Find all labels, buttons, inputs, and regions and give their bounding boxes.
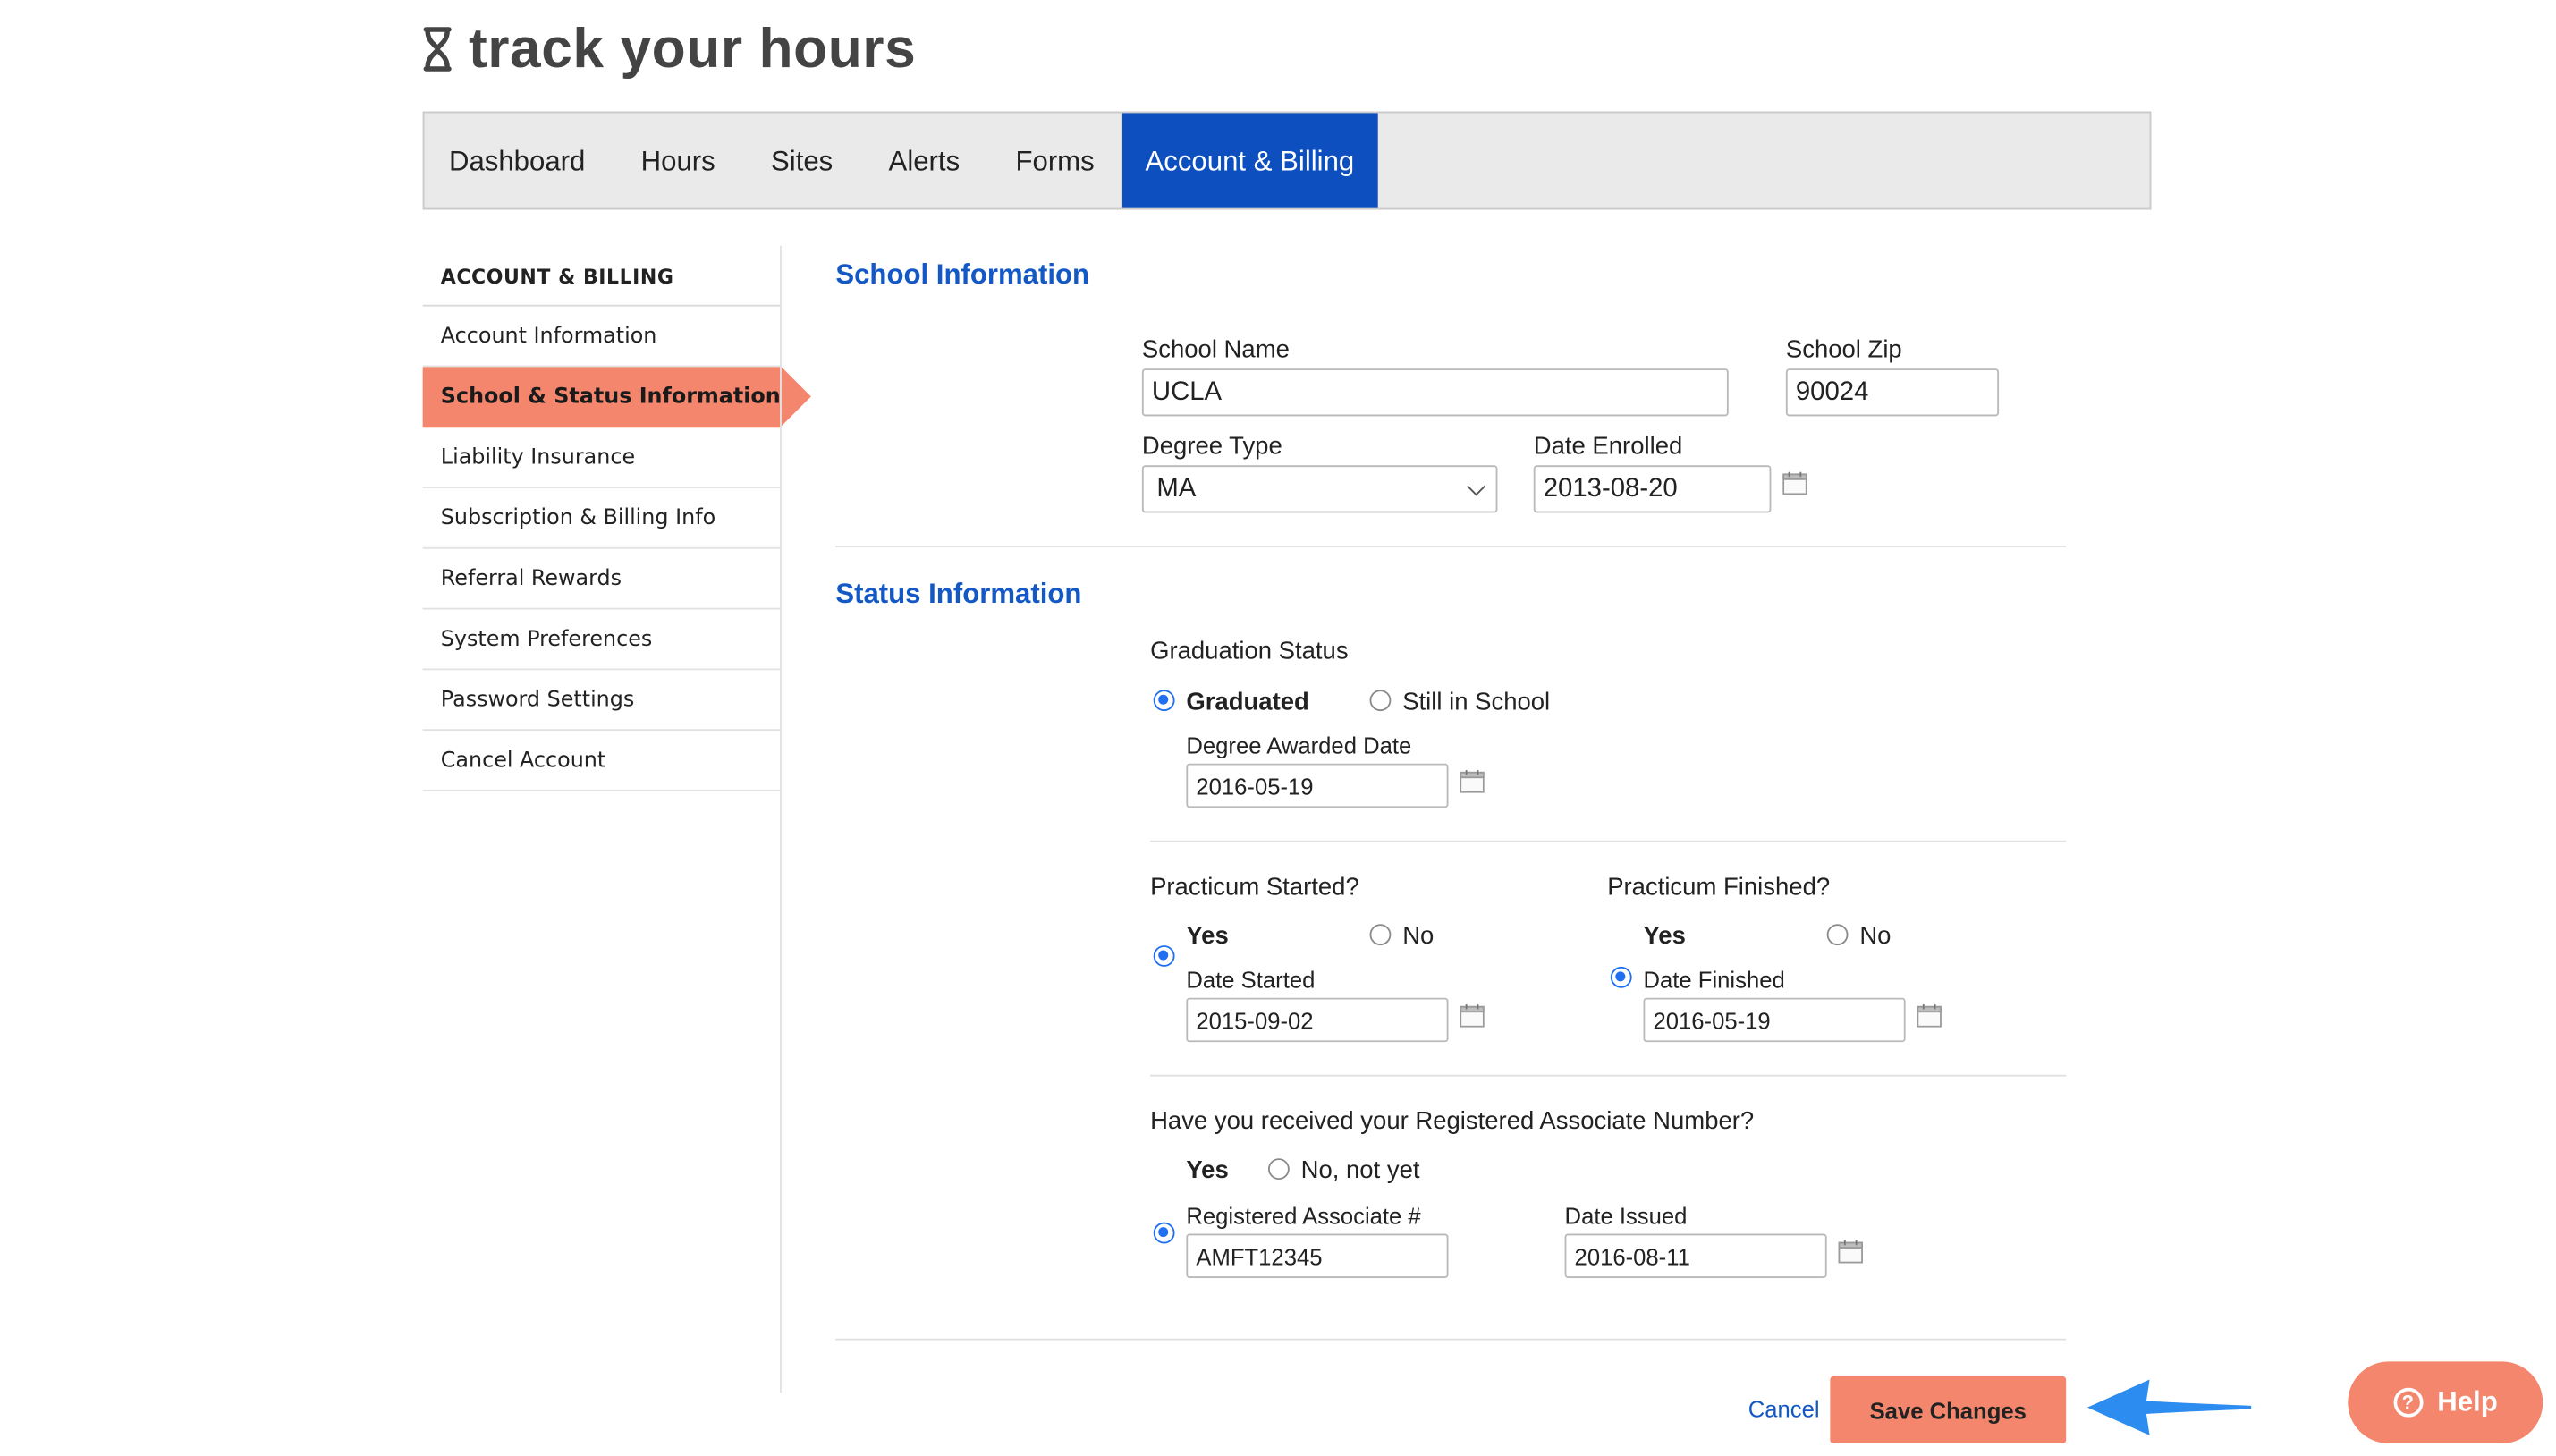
- section-divider: [835, 546, 2067, 547]
- date-started-value: 2015-09-02: [1196, 1006, 1314, 1034]
- practicum-finished-yes-label[interactable]: Yes: [1643, 922, 1685, 950]
- date-finished-input[interactable]: 2016-05-19: [1643, 997, 1906, 1043]
- practicum-finished-label: Practicum Finished?: [1607, 873, 1831, 902]
- practicum-finished-no-radio[interactable]: [1826, 924, 1849, 946]
- sidebar-item-password-settings[interactable]: Password Settings: [422, 670, 782, 732]
- nav-tab-alerts[interactable]: Alerts: [860, 113, 987, 207]
- school-section-title: School Information: [835, 258, 1090, 291]
- degree-type-label: Degree Type: [1141, 432, 1282, 461]
- calendar-icon[interactable]: [1782, 471, 1807, 495]
- registered-no-radio[interactable]: [1267, 1158, 1290, 1181]
- practicum-started-no-radio[interactable]: [1369, 924, 1392, 946]
- section-divider: [835, 1338, 2067, 1341]
- registered-yes-radio[interactable]: [1153, 1222, 1175, 1244]
- hourglass-icon: [423, 27, 452, 72]
- graduated-radio[interactable]: [1153, 690, 1175, 712]
- nav-tab-sites[interactable]: Sites: [743, 113, 861, 207]
- cancel-link[interactable]: Cancel: [1748, 1396, 1820, 1422]
- degree-awarded-label: Degree Awarded Date: [1186, 732, 1412, 759]
- practicum-started-yes-radio[interactable]: [1153, 945, 1175, 967]
- status-section-title: Status Information: [835, 578, 1082, 610]
- practicum-finished-yes-radio[interactable]: [1610, 966, 1632, 988]
- section-divider: [1150, 1074, 2067, 1077]
- main-nav: Dashboard Hours Sites Alerts Forms Accou…: [422, 111, 2152, 210]
- school-name-input[interactable]: UCLA: [1141, 368, 1729, 417]
- sidebar: ACCOUNT & BILLING Account Information Sc…: [422, 246, 811, 791]
- date-started-input[interactable]: 2015-09-02: [1186, 997, 1449, 1043]
- sidebar-item-referral-rewards[interactable]: Referral Rewards: [422, 549, 782, 610]
- degree-awarded-value: 2016-05-19: [1196, 772, 1314, 800]
- registered-yes-label[interactable]: Yes: [1186, 1156, 1228, 1184]
- graduated-label[interactable]: Graduated: [1186, 688, 1308, 715]
- sidebar-item-liability-insurance[interactable]: Liability Insurance: [422, 427, 782, 488]
- sidebar-item-subscription-billing[interactable]: Subscription & Billing Info: [422, 488, 782, 549]
- sidebar-heading: ACCOUNT & BILLING: [422, 246, 782, 307]
- degree-type-value: MA: [1156, 474, 1197, 503]
- nav-tab-forms[interactable]: Forms: [987, 113, 1122, 207]
- registered-number-label: Registered Associate #: [1186, 1202, 1421, 1229]
- date-enrolled-value: 2013-08-20: [1543, 474, 1678, 503]
- school-name-value: UCLA: [1151, 377, 1223, 406]
- practicum-finished-no-label[interactable]: No: [1859, 922, 1891, 950]
- date-issued-label: Date Issued: [1564, 1202, 1688, 1229]
- practicum-started-no-label[interactable]: No: [1402, 922, 1434, 950]
- practicum-started-label: Practicum Started?: [1150, 873, 1359, 902]
- help-button[interactable]: ? Help: [2348, 1361, 2543, 1443]
- registered-number-value: AMFT12345: [1196, 1242, 1323, 1269]
- sidebar-item-account-information[interactable]: Account Information: [422, 307, 782, 368]
- graduation-status-label: Graduation Status: [1150, 637, 1349, 665]
- logo[interactable]: track your hours: [419, 13, 916, 86]
- arrow-left-icon: [2086, 1379, 2252, 1435]
- registered-no-label[interactable]: No, not yet: [1301, 1156, 1420, 1184]
- calendar-icon[interactable]: [1917, 1004, 1942, 1028]
- nav-tab-hours[interactable]: Hours: [613, 113, 742, 207]
- date-started-label: Date Started: [1186, 966, 1316, 994]
- nav-tab-account-billing[interactable]: Account & Billing: [1121, 113, 1377, 208]
- still-in-school-radio[interactable]: [1369, 690, 1392, 712]
- degree-awarded-input[interactable]: 2016-05-19: [1186, 763, 1449, 808]
- calendar-icon[interactable]: [1460, 770, 1485, 793]
- nav-tab-dashboard[interactable]: Dashboard: [424, 113, 613, 207]
- degree-type-select[interactable]: MA: [1141, 465, 1498, 513]
- date-issued-value: 2016-08-11: [1574, 1242, 1690, 1269]
- logo-text: track your hours: [468, 17, 917, 80]
- section-divider: [1150, 840, 2067, 842]
- school-name-label: School Name: [1141, 335, 1290, 364]
- chevron-down-icon: [1467, 477, 1485, 496]
- still-in-school-label[interactable]: Still in School: [1402, 688, 1550, 715]
- help-label: Help: [2437, 1385, 2498, 1418]
- sidebar-item-cancel-account[interactable]: Cancel Account: [422, 731, 782, 791]
- sidebar-item-system-preferences[interactable]: System Preferences: [422, 610, 782, 671]
- date-issued-input[interactable]: 2016-08-11: [1564, 1233, 1827, 1278]
- sidebar-divider: [780, 245, 782, 1393]
- registered-number-input[interactable]: AMFT12345: [1186, 1233, 1449, 1278]
- save-changes-button[interactable]: Save Changes: [1830, 1376, 2067, 1443]
- question-icon: ?: [2392, 1387, 2423, 1418]
- date-finished-label: Date Finished: [1643, 966, 1785, 994]
- date-finished-value: 2016-05-19: [1653, 1006, 1771, 1034]
- practicum-started-yes-label[interactable]: Yes: [1186, 922, 1228, 950]
- registered-associate-question: Have you received your Registered Associ…: [1150, 1107, 1755, 1136]
- date-enrolled-label: Date Enrolled: [1533, 432, 1683, 461]
- school-zip-value: 90024: [1795, 377, 1869, 406]
- calendar-icon[interactable]: [1838, 1240, 1863, 1264]
- school-zip-label: School Zip: [1785, 335, 1902, 364]
- sidebar-item-school-status[interactable]: School & Status Information: [422, 367, 811, 428]
- date-enrolled-input[interactable]: 2013-08-20: [1533, 465, 1772, 513]
- school-zip-input[interactable]: 90024: [1785, 368, 2000, 417]
- calendar-icon[interactable]: [1460, 1004, 1485, 1028]
